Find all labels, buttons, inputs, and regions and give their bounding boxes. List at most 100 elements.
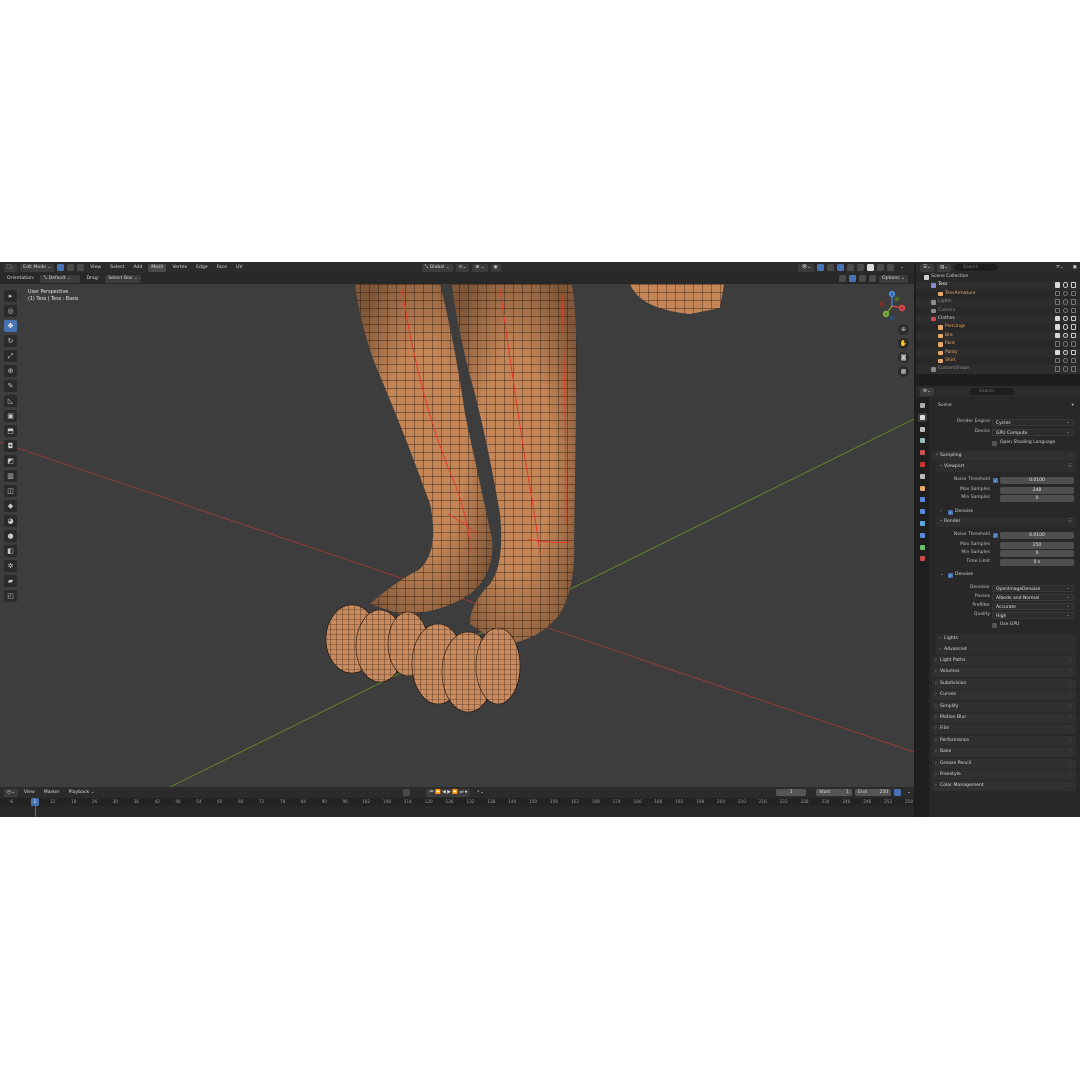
wireframe-shading-icon[interactable] xyxy=(857,264,865,271)
timeline-options-icon[interactable]: ⌄ xyxy=(904,789,914,797)
xray-toggle-icon[interactable] xyxy=(837,264,845,271)
panel-grip-icon[interactable]: ∷ xyxy=(1069,724,1072,734)
properties-panel[interactable]: Color Management ∷ xyxy=(932,781,1076,792)
render-camera-icon[interactable] xyxy=(1070,324,1076,330)
r-denoise-checkbox[interactable]: ✓ xyxy=(948,572,953,578)
use-gpu-checkbox[interactable] xyxy=(992,622,997,628)
render-subpanel[interactable]: Render ☰ xyxy=(936,516,1076,527)
extrude-tool-icon[interactable]: ⬒ xyxy=(4,425,17,437)
properties-editor-type-icon[interactable]: ⚙⌄ xyxy=(920,387,934,396)
render-camera-icon[interactable] xyxy=(1070,315,1076,322)
outliner-row[interactable]: CustomShape xyxy=(916,365,1080,374)
panel-grip-icon[interactable]: ∷ xyxy=(1069,667,1072,677)
render-camera-icon[interactable] xyxy=(1070,357,1076,364)
render-tab-icon[interactable] xyxy=(918,412,927,422)
osl-checkbox[interactable] xyxy=(992,440,997,446)
gizmo-toggle-icon[interactable] xyxy=(817,264,825,271)
timeline-menu-playback[interactable]: Playback ⌄ xyxy=(66,789,98,797)
material-tab-icon[interactable] xyxy=(918,554,927,563)
outliner-row[interactable]: Piercings xyxy=(916,323,1080,331)
collection-tab-icon[interactable] xyxy=(918,472,927,481)
outliner-row[interactable]: Scene Collection xyxy=(916,273,1080,281)
outliner-row[interactable]: Shirt xyxy=(916,357,1080,365)
visibility-eye-icon[interactable] xyxy=(1062,332,1068,339)
outliner-row[interactable]: Camera xyxy=(916,307,1080,315)
sampling-panel[interactable]: Sampling ∷ xyxy=(932,450,1076,461)
edge-slide-tool-icon[interactable]: ◧ xyxy=(4,545,17,557)
render-engine-dropdown[interactable]: Cycles xyxy=(992,418,1074,426)
render-camera-icon[interactable] xyxy=(1070,366,1076,372)
r-noise-threshold-checkbox[interactable]: ✓ xyxy=(993,532,998,538)
vp-max-samples-field[interactable]: 248 xyxy=(1000,486,1074,494)
view-layer-tab-icon[interactable] xyxy=(918,436,927,445)
transform-tool-icon[interactable]: ⊕ xyxy=(4,365,17,377)
viewport-subpanel[interactable]: Viewport ☰ xyxy=(936,461,1076,472)
panel-grip-icon[interactable]: ∷ xyxy=(1069,736,1072,746)
device-dropdown[interactable]: GPU Compute xyxy=(992,428,1074,436)
visibility-eye-icon[interactable] xyxy=(1062,290,1068,297)
properties-panel[interactable]: Volumes ∷ xyxy=(932,667,1076,678)
properties-panel[interactable]: Light Paths ∷ xyxy=(932,656,1076,666)
exclude-checkbox[interactable] xyxy=(1054,366,1060,372)
start-frame-field[interactable]: Start 1 xyxy=(816,789,853,796)
render-camera-icon[interactable] xyxy=(1070,290,1076,297)
edge-select-icon[interactable] xyxy=(67,264,75,271)
viewport-presets-icon[interactable]: ☰ xyxy=(1068,462,1072,472)
mesh-overlay-icon[interactable] xyxy=(847,264,855,271)
menu-uv[interactable]: UV xyxy=(233,264,246,272)
pin-icon[interactable]: ⌖ xyxy=(1071,402,1074,410)
menu-face[interactable]: Face xyxy=(214,264,230,272)
outliner-row[interactable]: Pant xyxy=(916,340,1080,348)
timeline-editor-type-icon[interactable]: ◷⌄ xyxy=(4,788,18,797)
camera-view-icon[interactable]: ◙ xyxy=(898,352,909,363)
menu-add[interactable]: Add xyxy=(130,264,145,272)
outliner-row[interactable]: Panty xyxy=(916,348,1080,357)
outliner-row[interactable]: Tess xyxy=(916,281,1080,290)
properties-search-input[interactable]: Search xyxy=(969,388,1014,395)
properties-panel[interactable]: Film ∷ xyxy=(932,724,1076,735)
panel-grip-icon[interactable]: ∷ xyxy=(1069,702,1072,712)
material-shading-icon[interactable] xyxy=(877,264,885,271)
current-frame-field[interactable]: 1 xyxy=(776,789,807,796)
timeline-menu-marker[interactable]: Marker xyxy=(41,789,63,797)
playback-controls[interactable]: ⏮ ⏪ ◀ ▶ ⏩ ⏭ ⏺ xyxy=(426,788,471,797)
render-presets-icon[interactable]: ☰ xyxy=(1068,517,1072,527)
lights-subpanel[interactable]: Lights xyxy=(936,634,1076,644)
exclude-checkbox[interactable] xyxy=(1054,332,1060,339)
vertex-select-icon[interactable] xyxy=(57,264,65,271)
time-limit-field[interactable]: 0 s xyxy=(1000,558,1074,566)
outliner-row[interactable]: Clothes xyxy=(916,314,1080,324)
object-tab-icon[interactable] xyxy=(918,484,927,493)
render-camera-icon[interactable] xyxy=(1070,307,1076,314)
advanced-subpanel[interactable]: Advanced xyxy=(936,645,1076,655)
visibility-eye-icon[interactable] xyxy=(1062,315,1068,322)
r-min-samples-field[interactable]: 0 xyxy=(1000,549,1074,557)
physics-tab-icon[interactable] xyxy=(918,519,927,528)
options-dropdown[interactable]: Options ⌄ xyxy=(878,274,908,283)
zoom-icon[interactable]: ⊕ xyxy=(898,324,909,335)
outliner-row[interactable]: Bra xyxy=(916,331,1080,341)
exclude-checkbox[interactable] xyxy=(1054,307,1060,314)
denoiser-dropdown[interactable]: OpenImageDenoise xyxy=(992,584,1074,592)
visibility-icon[interactable]: 👁⌄ xyxy=(798,263,815,272)
viewport-canvas[interactable] xyxy=(0,284,914,787)
data-tab-icon[interactable] xyxy=(918,543,927,552)
pivot-dropdown[interactable]: ⊙⌄ xyxy=(455,263,470,272)
select-tool-icon[interactable]: ▸ xyxy=(4,290,17,302)
vp-noise-threshold-checkbox[interactable]: ✓ xyxy=(993,477,998,483)
perspective-toggle-icon[interactable]: ▦ xyxy=(898,366,909,377)
render-camera-icon[interactable] xyxy=(1070,299,1076,305)
panel-grip-icon[interactable]: ∷ xyxy=(1069,679,1072,689)
visibility-eye-icon[interactable] xyxy=(1062,357,1068,364)
transform-orientation-dropdown[interactable]: ⤡ Global ⌄ xyxy=(421,263,453,272)
cursor-tool-icon[interactable]: ◎ xyxy=(4,305,17,317)
proportional-edit-toggle[interactable]: ◉ xyxy=(490,263,501,272)
properties-panel[interactable]: Performance ∷ xyxy=(932,735,1076,746)
visibility-eye-icon[interactable] xyxy=(1062,307,1068,314)
outliner-editor-type-icon[interactable]: ☰⌄ xyxy=(920,263,934,272)
timeline-menu-view[interactable]: View xyxy=(21,789,38,797)
exclude-checkbox[interactable] xyxy=(1054,299,1060,305)
particles-tab-icon[interactable] xyxy=(918,507,927,516)
r-denoise-expand-icon[interactable]: ⌄ xyxy=(940,571,944,579)
properties-panel[interactable]: Motion Blur ∷ xyxy=(932,713,1076,723)
